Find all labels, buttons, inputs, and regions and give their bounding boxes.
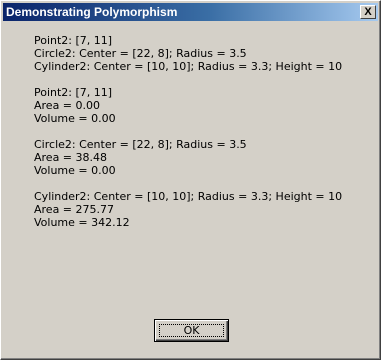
message-line: Area = 0.00: [34, 99, 101, 112]
message-group-point: Point2: [7, 11] Area = 0.00 Volume = 0.0…: [34, 86, 380, 125]
close-button[interactable]: X: [360, 5, 376, 19]
message-line: Volume = 342.12: [34, 216, 130, 229]
ok-button-label: OK: [183, 324, 200, 337]
message-line: Circle2: Center = [22, 8]; Radius = 3.5: [34, 138, 247, 151]
message-line: Circle2: Center = [22, 8]; Radius = 3.5: [34, 47, 247, 60]
message-text: Point2: [7, 11] Circle2: Center = [22, 8…: [34, 34, 380, 242]
close-icon: X: [364, 5, 372, 18]
message-line: Volume = 0.00: [34, 112, 116, 125]
message-group-circle: Circle2: Center = [22, 8]; Radius = 3.5 …: [34, 138, 380, 177]
message-group-objects: Point2: [7, 11] Circle2: Center = [22, 8…: [34, 34, 380, 73]
message-line: Point2: [7, 11]: [34, 34, 113, 47]
window-title: Demonstrating Polymorphism: [6, 5, 178, 19]
message-line: Cylinder2: Center = [10, 10]; Radius = 3…: [34, 60, 343, 73]
title-bar[interactable]: Demonstrating Polymorphism X: [3, 3, 378, 21]
message-line: Point2: [7, 11]: [34, 86, 113, 99]
message-group-cylinder: Cylinder2: Center = [10, 10]; Radius = 3…: [34, 190, 380, 229]
message-line: Volume = 0.00: [34, 164, 116, 177]
message-line: Area = 38.48: [34, 151, 108, 164]
message-line: Area = 275.77: [34, 203, 115, 216]
message-box-dialog: Demonstrating Polymorphism X Point2: [7,…: [0, 0, 381, 360]
ok-button[interactable]: OK: [154, 319, 229, 342]
message-line: Cylinder2: Center = [10, 10]; Radius = 3…: [34, 190, 343, 203]
